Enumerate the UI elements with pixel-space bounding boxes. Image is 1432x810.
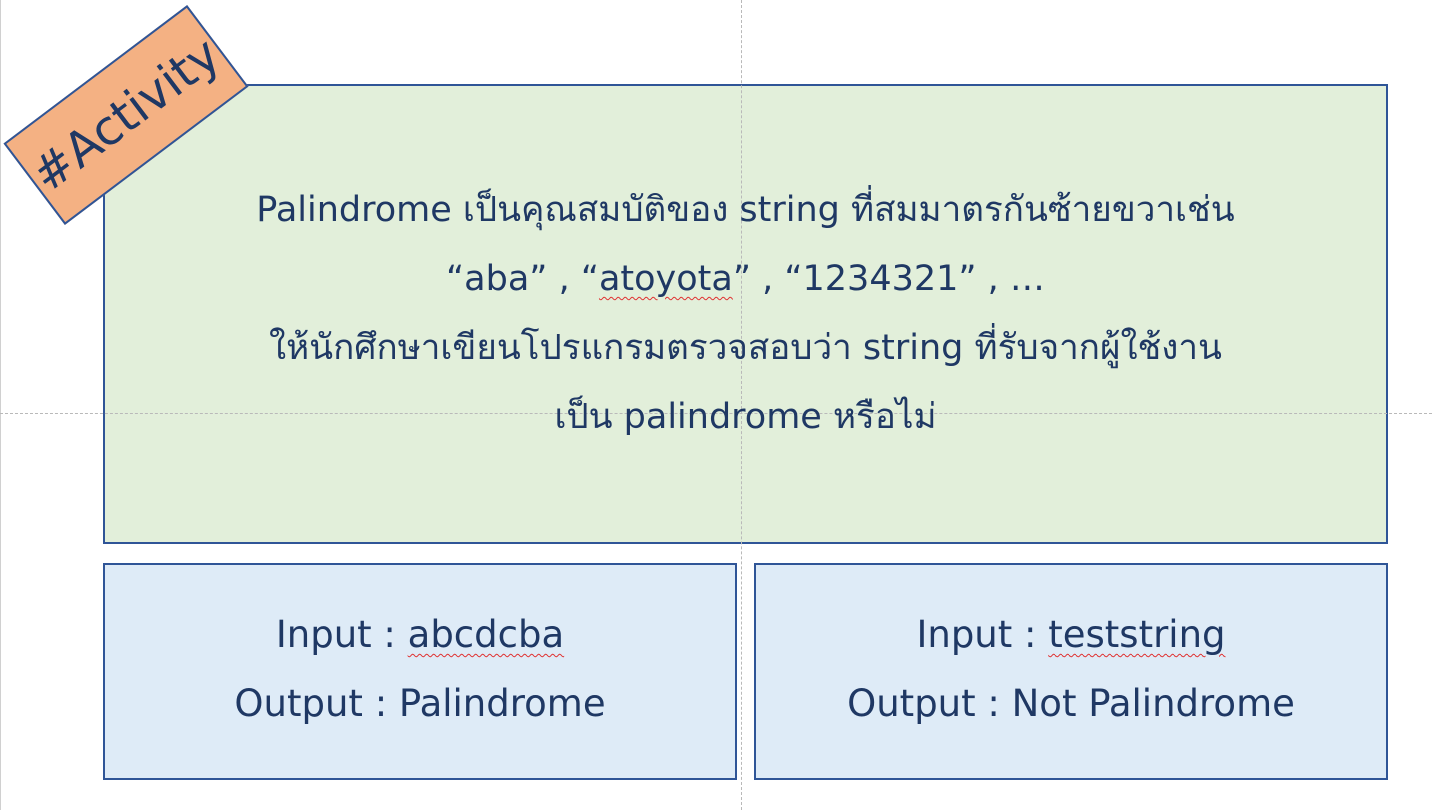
- input-label: Input :: [916, 613, 1049, 656]
- description-line-1: Palindrome เป็นคุณสมบัติของ string ที่สม…: [256, 190, 1235, 230]
- input-label: Input :: [275, 613, 408, 656]
- separator: ,: [547, 259, 581, 299]
- example-2-input-line: Input : teststring: [754, 600, 1388, 669]
- example-1-output-line: Output : Palindrome: [103, 669, 737, 738]
- input-value: abcdcba: [407, 613, 565, 656]
- example-string-atoyota: atoyota: [598, 259, 733, 299]
- example-string-1234321: “1234321”: [784, 259, 977, 299]
- example-2-output-line: Output : Not Palindrome: [754, 669, 1388, 738]
- example-text-not-palindrome[interactable]: Input : teststring Output : Not Palindro…: [754, 600, 1388, 738]
- output-label: Output :: [847, 682, 1012, 725]
- example-1-input-line: Input : abcdcba: [103, 600, 737, 669]
- output-value: Not Palindrome: [1011, 682, 1295, 725]
- description-line-2: “aba” , “atoyota” , “1234321” , …: [103, 245, 1388, 314]
- separator: ,: [751, 259, 785, 299]
- output-value: Palindrome: [398, 682, 606, 725]
- quote-open: “: [580, 259, 599, 299]
- slide-edge-line: [0, 0, 1, 810]
- activity-description-text[interactable]: Palindrome เป็นคุณสมบัติของ string ที่สม…: [103, 176, 1388, 452]
- output-label: Output :: [234, 682, 399, 725]
- ellipsis: , …: [976, 259, 1045, 299]
- example-string-aba: “aba”: [446, 259, 548, 299]
- description-line-4: เป็น palindrome หรือไม่: [554, 397, 937, 437]
- input-value: teststring: [1048, 613, 1226, 656]
- description-line-3: ให้นักศึกษาเขียนโปรแกรมตรวจสอบว่า string…: [269, 328, 1222, 368]
- example-text-palindrome[interactable]: Input : abcdcba Output : Palindrome: [103, 600, 737, 738]
- quote-close: ”: [732, 259, 751, 299]
